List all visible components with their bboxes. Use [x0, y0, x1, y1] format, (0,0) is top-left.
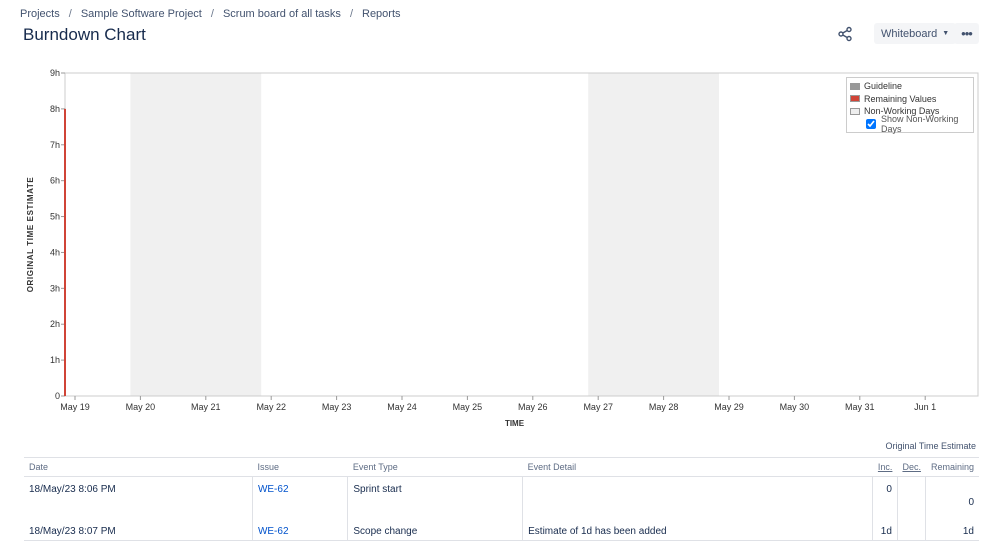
y-axis-label: ORIGINAL TIME ESTIMATE — [26, 177, 35, 293]
legend-label: Guideline — [864, 81, 903, 92]
cell-event-type: Scope change — [347, 522, 524, 541]
breadcrumb-separator: / — [349, 8, 353, 20]
share-icon — [838, 26, 852, 42]
y-tick-label: 9h — [50, 68, 60, 78]
breadcrumb-projects[interactable]: Projects — [20, 8, 60, 20]
column-date: Date — [24, 457, 253, 477]
original-time-estimate-header: Original Time Estimate — [885, 441, 976, 451]
y-tick-label: 1h — [50, 355, 60, 365]
column-remaining: Remaining — [925, 457, 979, 477]
cell-inc: 1d — [872, 522, 898, 541]
x-tick-label: May 26 — [518, 402, 548, 412]
column-dec[interactable]: Dec. — [897, 457, 926, 477]
column-issue: Issue — [252, 457, 348, 477]
cell-event-detail: Estimate of 1d has been added — [522, 522, 874, 541]
chevron-down-icon: ▼ — [942, 30, 950, 37]
cell-dec — [897, 522, 927, 541]
y-tick-label: 4h — [50, 247, 60, 257]
x-tick-label: May 29 — [714, 402, 744, 412]
cell-remaining: 0 — [926, 477, 979, 523]
breadcrumb-reports[interactable]: Reports — [362, 8, 401, 20]
x-tick-label: May 25 — [453, 402, 483, 412]
cell-issue: WE-62 — [252, 522, 349, 541]
cell-dec — [897, 476, 927, 522]
cell-issue: WE-62 — [252, 476, 349, 522]
share-button[interactable] — [832, 22, 858, 46]
breadcrumb: Projects / Sample Software Project / Scr… — [20, 8, 401, 20]
x-tick-label: May 21 — [191, 402, 221, 412]
non-working-day-band — [588, 73, 719, 396]
legend-swatch — [850, 82, 860, 90]
y-tick-label: 2h — [50, 319, 60, 329]
x-tick-label: May 27 — [583, 402, 613, 412]
show-non-working-days-checkbox[interactable] — [866, 118, 876, 129]
cell-event-detail — [522, 476, 874, 522]
breadcrumb-separator: / — [68, 8, 72, 20]
issue-link[interactable]: WE-62 — [258, 484, 289, 495]
legend-swatch — [850, 95, 860, 103]
x-tick-label: May 22 — [256, 402, 286, 412]
breadcrumb-project[interactable]: Sample Software Project — [81, 8, 202, 20]
y-tick-label: 6h — [50, 176, 60, 186]
table-row: 18/May/23 8:07 PM WE-62 Scope change Est… — [24, 522, 979, 541]
breadcrumb-separator: / — [210, 8, 214, 20]
column-event-detail: Event Detail — [522, 457, 873, 477]
x-tick-label: May 20 — [126, 402, 156, 412]
cell-date: 18/May/23 8:06 PM — [24, 476, 253, 522]
x-tick-label: May 28 — [649, 402, 679, 412]
y-tick-label: 7h — [50, 140, 60, 150]
breadcrumb-board[interactable]: Scrum board of all tasks — [223, 8, 341, 20]
column-event-type: Event Type — [347, 457, 523, 477]
issue-link[interactable]: WE-62 — [258, 526, 289, 537]
column-inc-label[interactable]: Inc. — [878, 462, 893, 472]
x-tick-label: May 30 — [780, 402, 810, 412]
board-select-button[interactable]: Whiteboard ▼ — [874, 23, 957, 44]
y-tick-label: 8h — [50, 104, 60, 114]
more-button[interactable]: ••• — [954, 23, 979, 44]
cell-event-type: Sprint start — [347, 476, 524, 522]
x-tick-label: May 24 — [387, 402, 417, 412]
cell-remaining: 1d — [925, 522, 979, 541]
x-tick-label: May 19 — [60, 402, 90, 412]
x-tick-label: May 23 — [322, 402, 352, 412]
x-tick-label: May 31 — [845, 402, 875, 412]
checkbox-label: Show Non-Working Days — [881, 113, 959, 134]
legend-item-remaining: Remaining Values — [850, 93, 970, 106]
y-tick-label: 0 — [55, 391, 60, 401]
board-select-label: Whiteboard — [881, 27, 938, 40]
x-axis-label: TIME — [505, 419, 525, 428]
legend-label: Remaining Values — [864, 93, 937, 104]
cell-inc: 0 — [872, 476, 898, 522]
x-tick-label: Jun 1 — [914, 402, 936, 412]
column-inc[interactable]: Inc. — [872, 457, 898, 477]
table-row: 18/May/23 8:06 PM WE-62 Sprint start 0 0 — [24, 476, 979, 523]
cell-date: 18/May/23 8:07 PM — [24, 522, 253, 541]
event-table: Date Issue Event Type Event Detail Inc. … — [24, 457, 979, 541]
legend-item-guideline: Guideline — [850, 80, 970, 93]
cell-remaining-value: 0 — [968, 497, 974, 508]
column-dec-label[interactable]: Dec. — [902, 462, 921, 472]
burndown-table: Original Time Estimate Date Issue Event … — [24, 441, 979, 541]
non-working-day-band — [130, 73, 262, 396]
y-tick-label: 3h — [50, 283, 60, 293]
show-non-working-days-toggle[interactable]: Show Non-Working Days — [866, 114, 970, 134]
legend-swatch — [850, 107, 860, 115]
y-tick-label: 5h — [50, 212, 60, 222]
chart-legend: Guideline Remaining Values Non-Working D… — [846, 77, 974, 134]
page-title: Burndown Chart — [23, 25, 146, 44]
more-icon: ••• — [961, 26, 973, 41]
